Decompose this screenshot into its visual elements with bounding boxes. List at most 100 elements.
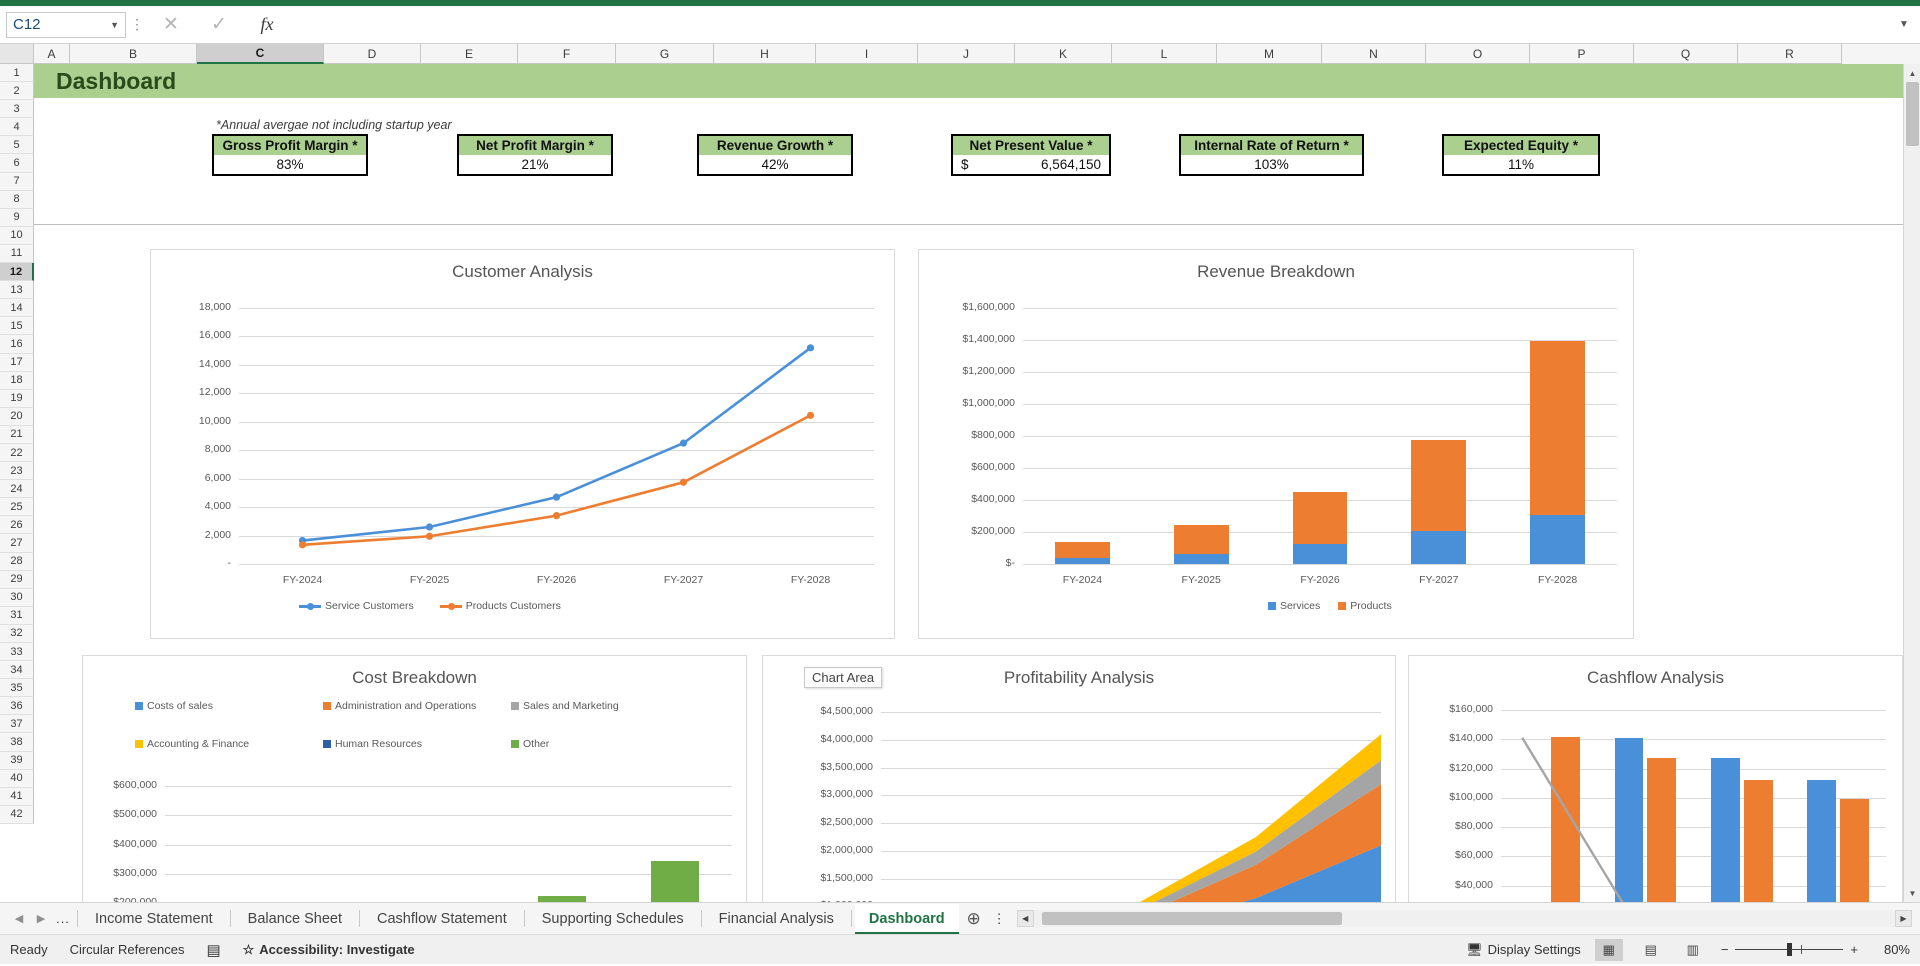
row-header-40[interactable]: 40 [0,769,34,788]
sheet-tab-balance-sheet[interactable]: Balance Sheet [234,904,356,934]
kpi-revenue-growth[interactable]: Revenue Growth * 42% [697,134,853,176]
row-header-6[interactable]: 6 [0,154,34,173]
row-header-20[interactable]: 20 [0,407,34,426]
select-all-corner[interactable] [0,44,34,64]
bar-segment[interactable] [1292,492,1348,544]
row-header-18[interactable]: 18 [0,371,34,390]
formula-bar-more-icon[interactable]: ⋮ [128,16,146,33]
zoom-thumb[interactable] [1787,943,1793,956]
scroll-down-icon[interactable]: ▼ [1904,884,1920,902]
row-header-2[interactable]: 2 [0,82,34,101]
column-header-o[interactable]: O [1426,44,1530,64]
name-box[interactable]: C12 ▼ [6,11,126,38]
row-header-13[interactable]: 13 [0,281,34,300]
row-header-14[interactable]: 14 [0,299,34,318]
status-accessibility[interactable]: ☆ Accessibility: Investigate [243,942,415,958]
column-header-p[interactable]: P [1530,44,1634,64]
zoom-level[interactable]: 80% [1872,942,1910,957]
column-header-k[interactable]: K [1015,44,1112,64]
row-header-29[interactable]: 29 [0,570,34,589]
column-header-e[interactable]: E [421,44,518,64]
row-header-17[interactable]: 17 [0,353,34,372]
row-header-36[interactable]: 36 [0,697,34,716]
row-header-39[interactable]: 39 [0,751,34,770]
formula-input[interactable] [292,11,1892,38]
tab-overflow-icon[interactable]: ... [52,911,74,926]
row-header-24[interactable]: 24 [0,480,34,499]
column-header-a[interactable]: A [34,44,70,64]
bar-segment[interactable] [1411,531,1467,564]
row-header-33[interactable]: 33 [0,643,34,662]
tab-next-icon[interactable]: ▶ [30,912,52,925]
row-header-23[interactable]: 23 [0,462,34,481]
kpi-net-profit-margin[interactable]: Net Profit Margin * 21% [457,134,613,176]
column-header-d[interactable]: D [324,44,421,64]
column-header-r[interactable]: R [1738,44,1842,64]
sheet-tab-dashboard[interactable]: Dashboard [854,903,959,934]
macro-record-icon[interactable]: ▤ [206,941,220,959]
legend-item[interactable]: Service Customers [299,600,414,612]
legend-item[interactable]: Administration and Operations [323,700,511,712]
sheet-canvas[interactable]: ABCDEFGHIJKLMNOPQR Dashboard *Annual ave… [34,44,1920,902]
row-header-35[interactable]: 35 [0,679,34,698]
row-header-10[interactable]: 10 [0,226,34,245]
column-header-c[interactable]: C [197,44,324,64]
row-header-27[interactable]: 27 [0,534,34,553]
row-header-1[interactable]: 1 [0,64,34,83]
row-header-25[interactable]: 25 [0,498,34,517]
bar-segment[interactable] [651,860,700,902]
kpi-net-present-value[interactable]: Net Present Value * $ 6,564,150 [951,134,1111,176]
confirm-icon[interactable]: ✓ [196,11,242,39]
status-circular-references[interactable]: Circular References [70,942,185,957]
chart-cashflow-analysis[interactable]: Cashflow Analysis $-$20,000$40,000$60,00… [1408,655,1903,902]
row-header-26[interactable]: 26 [0,516,34,535]
sheet-tab-financial-analysis[interactable]: Financial Analysis [705,904,848,934]
bar-segment[interactable] [1173,524,1229,555]
add-sheet-button[interactable]: ⊕ [959,909,989,929]
normal-view-icon[interactable]: ▦ [1594,938,1623,961]
horizontal-scroll-track[interactable] [1033,910,1895,927]
kpi-internal-rate-of-return[interactable]: Internal Rate of Return * 103% [1179,134,1364,176]
row-header-3[interactable]: 3 [0,100,34,119]
sheet-tab-cashflow-statement[interactable]: Cashflow Statement [363,904,521,934]
scroll-right-icon[interactable]: ▶ [1895,910,1912,927]
column-header-f[interactable]: F [518,44,616,64]
chart-cost-breakdown[interactable]: Cost Breakdown Costs of sales Administrat… [82,655,747,902]
horizontal-scroll-thumb[interactable] [1041,912,1342,925]
legend-item[interactable]: Products [1338,600,1392,612]
bar-segment[interactable] [1411,440,1467,532]
vertical-scrollbar[interactable]: ▲ ▼ [1903,64,1920,902]
zoom-slider[interactable]: − + [1721,942,1858,957]
row-header-9[interactable]: 9 [0,208,34,227]
column-header-j[interactable]: J [918,44,1015,64]
legend-item[interactable]: Products Customers [439,600,561,612]
row-header-19[interactable]: 19 [0,389,34,408]
sheet-tab-supporting-schedules[interactable]: Supporting Schedules [528,904,698,934]
bar-segment[interactable] [1055,557,1110,564]
sheet-tab-income-statement[interactable]: Income Statement [81,904,227,934]
row-header-5[interactable]: 5 [0,136,34,155]
chart-customer-analysis[interactable]: Customer Analysis -2,000 4,000 6,000 8,000 1… [150,249,895,639]
bar-segment[interactable] [538,896,586,902]
legend-item[interactable]: Costs of sales [135,700,323,712]
legend-item[interactable]: Human Resources [323,738,511,750]
legend-item[interactable]: Accounting & Finance [135,738,323,750]
legend-item[interactable]: Other [511,738,549,750]
zoom-in-button[interactable]: + [1850,942,1858,957]
row-header-22[interactable]: 22 [0,443,34,463]
column-header-l[interactable]: L [1112,44,1217,64]
zoom-out-button[interactable]: − [1721,942,1729,957]
bar-segment[interactable] [1055,542,1110,558]
column-header-g[interactable]: G [616,44,714,64]
column-header-m[interactable]: M [1217,44,1322,64]
row-header-16[interactable]: 16 [0,335,34,354]
bar-segment[interactable] [1173,554,1229,564]
scroll-left-icon[interactable]: ◀ [1016,910,1034,927]
column-header-h[interactable]: H [714,44,816,64]
legend-item[interactable]: Services [1268,600,1320,612]
insert-function-icon[interactable]: fx [244,11,290,39]
column-header-b[interactable]: B [70,44,197,64]
legend-item[interactable]: Sales and Marketing [511,700,619,712]
zoom-track[interactable] [1735,943,1844,956]
row-header-30[interactable]: 30 [0,588,34,607]
